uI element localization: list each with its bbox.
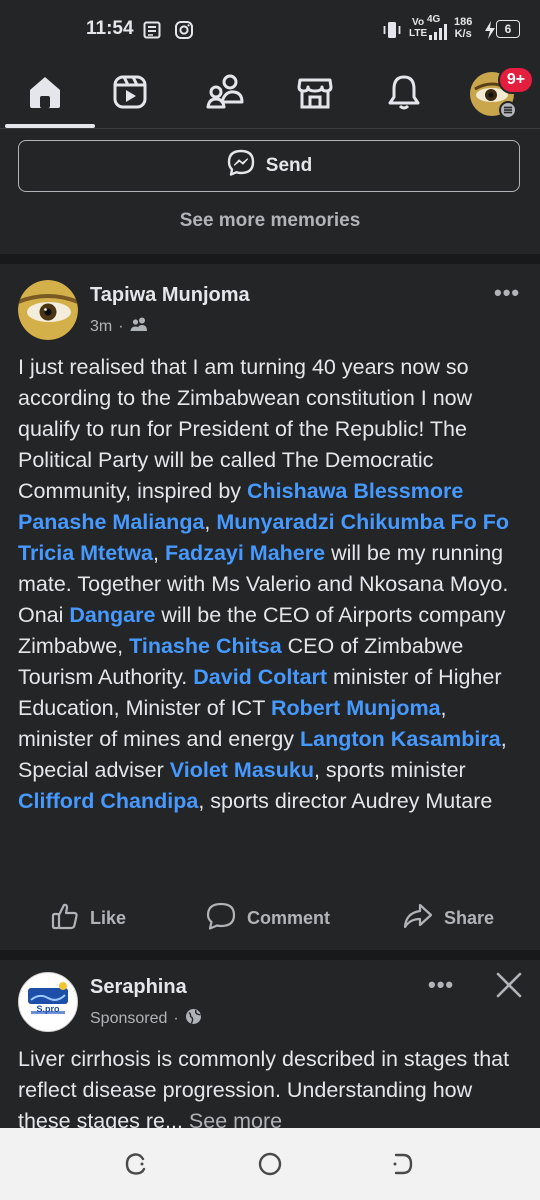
tagged-person-link[interactable]: Robert Munjoma xyxy=(271,696,441,720)
post-text: I just realised that I am turning 40 yea… xyxy=(18,352,524,817)
like-button[interactable]: Like xyxy=(50,888,126,948)
ad-meta: Sponsored · xyxy=(90,1008,202,1030)
home-circle-icon xyxy=(256,1152,284,1182)
nav-divider xyxy=(0,128,540,129)
tagged-person-link[interactable]: Clifford Chandipa xyxy=(18,789,198,813)
post-text-segment: , sports director Audrey Mutare xyxy=(198,789,493,813)
nav-video[interactable] xyxy=(100,68,160,120)
meta-separator: · xyxy=(118,317,124,335)
battery-level: 6 xyxy=(504,22,512,36)
meta-separator: · xyxy=(173,1010,179,1027)
nav-home[interactable] xyxy=(15,68,75,120)
home-button[interactable] xyxy=(256,1150,284,1183)
back-icon xyxy=(388,1153,416,1182)
recent-apps-button[interactable] xyxy=(122,1150,150,1183)
share-label: Share xyxy=(444,907,495,928)
battery-icon: 6 xyxy=(496,20,520,38)
ad-logo-text: S.pro xyxy=(36,1004,60,1014)
like-icon xyxy=(50,901,80,936)
net-speed-unit: K/s xyxy=(454,28,472,40)
post-text-segment: , sports minister xyxy=(313,758,466,782)
menu-icon xyxy=(499,101,517,119)
post-more-options-icon[interactable]: ••• xyxy=(494,280,520,306)
home-icon xyxy=(25,72,65,117)
tagged-person-link[interactable]: Tinashe Chitsa xyxy=(129,634,282,658)
recent-apps-icon xyxy=(122,1153,150,1182)
marketplace-icon xyxy=(295,72,335,117)
post-author-name[interactable]: Tapiwa Munjoma xyxy=(90,284,250,307)
net-speed: 186 K/s xyxy=(454,16,472,40)
post-actions: Like Comment Share xyxy=(0,888,540,948)
signal-icon xyxy=(428,24,448,45)
post-author-avatar[interactable] xyxy=(18,280,78,340)
post-meta: 3m · xyxy=(90,316,148,337)
charging-icon xyxy=(484,20,496,45)
share-button[interactable]: Share xyxy=(402,888,494,948)
like-label: Like xyxy=(90,907,127,928)
post-text-segment: , xyxy=(153,541,165,565)
top-nav xyxy=(0,60,540,128)
volte-bottom: LTE xyxy=(409,28,428,39)
bell-icon xyxy=(384,72,424,117)
feed-separator xyxy=(0,254,540,264)
send-button[interactable]: Send xyxy=(18,140,520,192)
ad-close-button[interactable] xyxy=(494,970,524,1005)
tagged-person-link[interactable]: Violet Masuku xyxy=(170,758,314,782)
post-time[interactable]: 3m xyxy=(90,318,112,336)
close-icon xyxy=(494,972,524,1004)
share-icon xyxy=(402,901,434,936)
vibrate-icon xyxy=(382,20,402,45)
status-time: 11:54 xyxy=(86,18,134,39)
nav-marketplace[interactable] xyxy=(285,68,345,120)
tagged-person-link[interactable]: Dangare xyxy=(69,603,155,627)
video-icon xyxy=(111,73,149,116)
tagged-person-link[interactable]: David Coltart xyxy=(193,665,327,689)
comment-icon xyxy=(205,901,237,936)
ad-author-avatar[interactable]: S.pro xyxy=(18,972,78,1032)
tagged-person-link[interactable]: Munyaradzi Chikumba xyxy=(216,510,444,534)
notification-badge: 9+ xyxy=(498,66,534,94)
nav-friends[interactable] xyxy=(195,68,255,120)
friends-audience-icon xyxy=(130,316,148,337)
volte-top: Vo xyxy=(412,17,425,28)
net-speed-value: 186 xyxy=(454,16,473,28)
friends-icon xyxy=(205,72,245,117)
feed-separator xyxy=(0,950,540,960)
see-more-memories-link[interactable]: See more memories xyxy=(0,210,540,232)
sponsored-label[interactable]: Sponsored xyxy=(90,1010,167,1028)
tagged-person-link[interactable]: Fadzayi Mahere xyxy=(165,541,325,565)
volte-indicator: Vo LTE xyxy=(409,17,427,39)
system-navigation-bar xyxy=(0,1128,540,1200)
send-label: Send xyxy=(265,155,313,176)
comment-button[interactable]: Comment xyxy=(205,888,330,948)
ad-more-options-icon[interactable]: ••• xyxy=(428,972,454,998)
comment-label: Comment xyxy=(247,907,331,928)
globe-icon xyxy=(185,1008,202,1030)
instagram-icon xyxy=(174,20,194,45)
news-icon xyxy=(143,20,163,45)
status-bar: 11:54 Vo LTE 4G 186 K/s 6 xyxy=(0,0,540,60)
ad-text: Liver cirrhosis is commonly described in… xyxy=(18,1044,524,1137)
messenger-icon xyxy=(226,148,256,184)
tagged-person-link[interactable]: Langton Kasambira xyxy=(300,727,501,751)
ad-author-name[interactable]: Seraphina xyxy=(90,976,187,999)
nav-notifications[interactable] xyxy=(374,68,434,120)
back-button[interactable] xyxy=(388,1150,416,1183)
post-text-segment: , xyxy=(204,510,217,534)
